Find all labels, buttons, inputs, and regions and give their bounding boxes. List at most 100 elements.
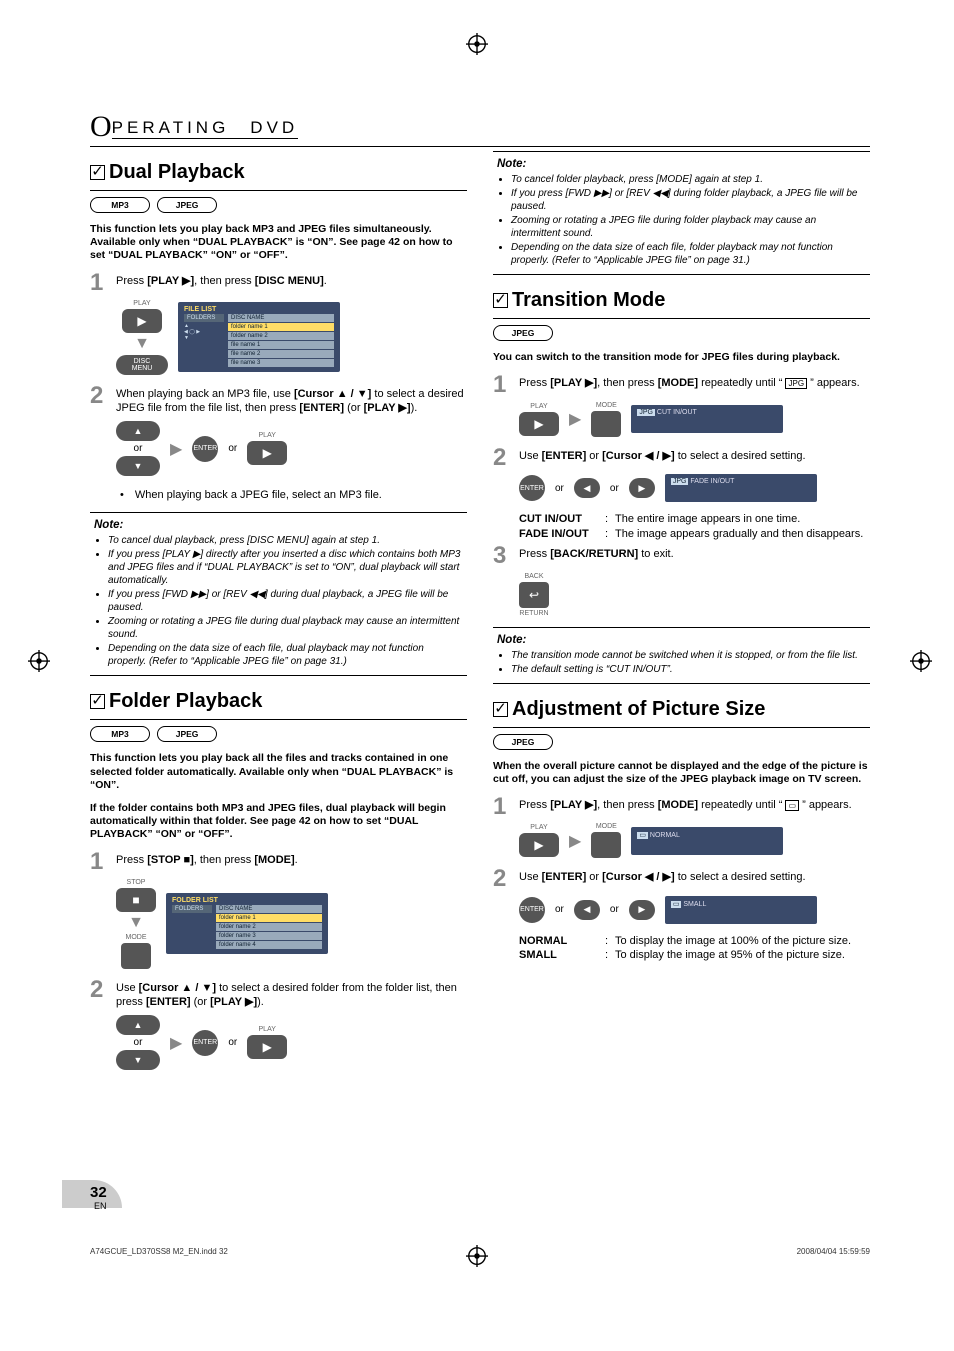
label-play: PLAY (259, 432, 276, 439)
illustration-transition-step1: PLAY ▶ ▶ MODE JPG CUT IN/OUT (519, 402, 870, 437)
step-number: 1 (493, 796, 511, 818)
step-number: 2 (90, 979, 108, 1010)
illustration-adjust-step2: ENTER or ◀ or ▶ ▭ SMALL (519, 896, 870, 924)
section-rule (90, 190, 467, 191)
chapter-heading: OPERATING DVD (90, 110, 870, 147)
play-button-icon: ▶ (122, 309, 162, 333)
section-title-transition: ✓Transition Mode (493, 289, 870, 312)
adjust-step2: Use [ENTER] or [Cursor ◀ / ▶] to select … (519, 868, 806, 890)
arrow-down-icon: ▼ (128, 914, 144, 932)
cursor-up-icon: ▲ (116, 1015, 160, 1035)
osd-folder-list: FOLDER LIST FOLDERS DISC NAME folder nam… (166, 893, 328, 954)
disc-menu-button-icon: DISC MENU (116, 355, 168, 375)
step-number: 1 (90, 272, 108, 294)
transition-step2: Use [ENTER] or [Cursor ◀ / ▶] to select … (519, 447, 806, 469)
note-box-transition: Note: The transition mode cannot be swit… (493, 627, 870, 684)
enter-button-icon: ENTER (519, 475, 545, 501)
note-item: Zooming or rotating a JPEG file during d… (108, 615, 463, 641)
note-item: If you press [FWD ▶▶] or [REV ◀◀] during… (511, 187, 866, 213)
checkbox-icon: ✓ (90, 694, 105, 709)
or-label: or (228, 1037, 237, 1048)
note-list-transition: The transition mode cannot be switched w… (511, 649, 866, 676)
format-tag-mp3: MP3 (90, 197, 150, 213)
mode-button-icon (121, 943, 151, 969)
note-item: To cancel folder playback, press [MODE] … (511, 173, 866, 186)
label-back: BACK (524, 573, 543, 580)
play-button-icon: ▶ (247, 1035, 287, 1059)
or-label: or (134, 1037, 143, 1048)
play-button-icon: ▶ (247, 441, 287, 465)
format-tag-jpeg: JPEG (493, 325, 553, 341)
transition-step1: Press [PLAY ▶], then press [MODE] repeat… (519, 374, 860, 396)
cursor-left-icon: ◀ (574, 900, 600, 920)
print-timestamp: 2008/04/04 15:59:59 (797, 1247, 870, 1256)
arrow-right-icon: ▶ (569, 409, 581, 429)
label-mode: MODE (596, 823, 617, 830)
back-return-button-icon: ↩ (519, 582, 549, 608)
note-heading: Note: (497, 158, 866, 170)
dual-sub-bullet: • When playing back a JPEG file, select … (120, 486, 467, 502)
print-file: A74GCUE_LD370SS8 M2_EN.indd 32 (90, 1247, 228, 1256)
section-rule (493, 727, 870, 728)
cursor-up-icon: ▲ (116, 421, 160, 441)
or-label: or (555, 483, 564, 494)
or-label: or (555, 904, 564, 915)
note-item: The transition mode cannot be switched w… (511, 649, 866, 662)
adjust-step1: Press [PLAY ▶], then press [MODE] repeat… (519, 796, 852, 818)
page-number: 32 EN (90, 1184, 107, 1211)
stop-button-icon: ■ (116, 888, 156, 912)
folder-step2: Use [Cursor ▲ / ▼] to select a desired f… (116, 979, 467, 1010)
section-rule (493, 318, 870, 319)
mode-button-icon (591, 411, 621, 437)
label-play: PLAY (530, 824, 547, 831)
note-list-folder: To cancel folder playback, press [MODE] … (511, 173, 866, 267)
or-label: or (610, 483, 619, 494)
or-label: or (134, 443, 143, 454)
checkbox-icon: ✓ (493, 293, 508, 308)
label-return: RETURN (519, 610, 548, 617)
note-box-dual: Note: To cancel dual playback, press [DI… (90, 512, 467, 676)
transition-intro: You can switch to the transition mode fo… (493, 351, 870, 364)
format-tag-jpeg: JPEG (157, 726, 217, 742)
label-stop: STOP (127, 879, 146, 886)
dual-intro: This function lets you play back MP3 and… (90, 223, 467, 262)
note-item: If you press [FWD ▶▶] or [REV ◀◀] during… (108, 588, 463, 614)
folder-intro2: If the folder contains both MP3 and JPEG… (90, 802, 467, 841)
adjust-intro: When the overall picture cannot be displ… (493, 760, 870, 786)
format-tag-jpeg: JPEG (493, 734, 553, 750)
play-button-icon: ▶ (519, 412, 559, 436)
cursor-right-icon: ▶ (629, 478, 655, 498)
illustration-dual-step1: PLAY ▶ ▼ DISC MENU FILE LIST FOLDERS ▲◀ … (116, 300, 467, 375)
chapter-drop-cap: O (90, 110, 112, 143)
registration-mark-icon (28, 650, 50, 672)
registration-mark-icon (466, 33, 488, 55)
step-number: 2 (90, 385, 108, 416)
checkbox-icon: ✓ (90, 165, 105, 180)
section-title-dual: ✓Dual Playback (90, 161, 467, 184)
enter-button-icon: ENTER (192, 1030, 218, 1056)
play-button-icon: ▶ (519, 833, 559, 857)
note-item: Depending on the data size of each file,… (511, 241, 866, 267)
arrow-right-icon: ▶ (569, 831, 581, 851)
checkbox-icon: ✓ (493, 702, 508, 717)
step-number: 1 (90, 851, 108, 873)
or-label: or (610, 904, 619, 915)
mode-button-icon (591, 832, 621, 858)
transition-definitions: CUT IN/OUT:The entire image appears in o… (519, 512, 870, 541)
label-play: PLAY (530, 403, 547, 410)
label-play: PLAY (133, 300, 150, 307)
arrow-down-icon: ▼ (134, 335, 150, 353)
step-number: 2 (493, 868, 511, 890)
step-number: 3 (493, 545, 511, 567)
osd-adjust-normal: ▭ NORMAL (631, 827, 783, 855)
section-title-adjust: ✓Adjustment of Picture Size (493, 698, 870, 721)
cursor-down-icon: ▼ (116, 1050, 160, 1070)
illustration-transition-step2: ENTER or ◀ or ▶ JPG FADE IN/OUT (519, 474, 870, 502)
section-rule (90, 719, 467, 720)
or-label: or (228, 443, 237, 454)
note-item: The default setting is “CUT IN/OUT”. (511, 663, 866, 676)
enter-button-icon: ENTER (192, 436, 218, 462)
illustration-adjust-step1: PLAY ▶ ▶ MODE ▭ NORMAL (519, 823, 870, 858)
step-number: 1 (493, 374, 511, 396)
arrow-right-icon: ▶ (170, 1033, 182, 1053)
